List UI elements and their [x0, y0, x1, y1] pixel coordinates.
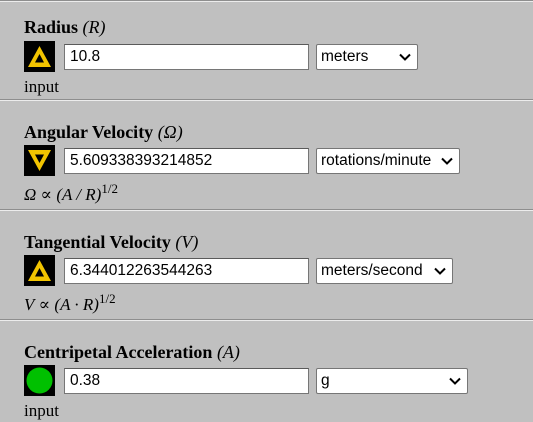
- formula-exponent: 1/2: [98, 291, 116, 306]
- angular-velocity-symbol: (Ω): [157, 122, 183, 142]
- centripetal-acceleration-symbol: (A): [216, 342, 240, 362]
- radius-row: 10.8 meters: [24, 41, 533, 73]
- tangential-velocity-title: Tangential Velocity (V): [24, 232, 198, 252]
- angular-velocity-label: Angular Velocity: [24, 122, 154, 142]
- tangential-velocity-formula: V ∝ (A · R)1/2: [24, 292, 116, 315]
- angular-velocity-unit-value: rotations/minute: [321, 152, 432, 169]
- centripetal-acceleration-value-input[interactable]: 0.38: [64, 368, 309, 394]
- formula-exponent: 1/2: [101, 181, 118, 196]
- centripetal-acceleration-solve-button[interactable]: [24, 365, 55, 396]
- formula-proportional: ∝: [36, 185, 57, 204]
- angular-velocity-solve-button[interactable]: [24, 145, 55, 176]
- divider-3: [0, 319, 533, 321]
- arrow-up-icon: [28, 260, 51, 281]
- tangential-velocity-value-input[interactable]: 6.344012263544263: [64, 258, 309, 284]
- radius-unit-select[interactable]: meters: [316, 44, 418, 70]
- formula-expression: (A · R): [54, 295, 99, 314]
- chevron-down-icon: [449, 377, 461, 385]
- angular-velocity-title: Angular Velocity (Ω): [24, 122, 183, 142]
- centripetal-acceleration-title: Centripetal Acceleration (A): [24, 342, 240, 362]
- angular-velocity-row: 5.609338393214852 rotations/minute: [24, 145, 533, 177]
- radius-solve-button[interactable]: [24, 41, 55, 72]
- chevron-down-icon: [399, 53, 411, 61]
- centripetal-acceleration-row: 0.38 g: [24, 365, 533, 397]
- radius-note: input: [24, 77, 59, 96]
- tangential-velocity-symbol: (V): [175, 232, 199, 252]
- tangential-velocity-row: 6.344012263544263 meters/second: [24, 255, 533, 287]
- formula-lhs: Ω: [24, 185, 37, 204]
- top-divider: [0, 0, 533, 2]
- radius-symbol: (R): [82, 17, 106, 37]
- angular-velocity-value-input[interactable]: 5.609338393214852: [64, 148, 309, 174]
- tangential-velocity-unit-select[interactable]: meters/second: [316, 258, 453, 284]
- chevron-down-icon: [441, 157, 453, 165]
- centripetal-acceleration-unit-value: g: [321, 372, 330, 389]
- angular-velocity-unit-select[interactable]: rotations/minute: [316, 148, 460, 174]
- radius-unit-value: meters: [321, 48, 369, 65]
- tangential-velocity-unit-value: meters/second: [321, 262, 423, 279]
- tangential-velocity-solve-button[interactable]: [24, 255, 55, 286]
- radius-label: Radius: [24, 17, 79, 37]
- centripetal-acceleration-label: Centripetal Acceleration: [24, 342, 213, 362]
- angular-velocity-formula: Ω ∝ (A / R)1/2: [24, 182, 118, 205]
- arrow-down-icon: [28, 150, 51, 171]
- divider-2: [0, 209, 533, 211]
- tangential-velocity-label: Tangential Velocity: [24, 232, 171, 252]
- radius-title: Radius (R): [24, 17, 106, 37]
- formula-proportional: ∝: [34, 295, 55, 314]
- radius-value-input[interactable]: 10.8: [64, 44, 309, 70]
- arrow-up-icon: [28, 46, 51, 67]
- green-dot-icon: [26, 367, 53, 394]
- divider-1: [0, 99, 533, 101]
- formula-lhs: V: [24, 295, 35, 314]
- centripetal-acceleration-note: input: [24, 401, 59, 420]
- formula-expression: (A / R): [56, 185, 102, 204]
- centripetal-acceleration-unit-select[interactable]: g: [316, 368, 468, 394]
- chevron-down-icon: [434, 267, 446, 275]
